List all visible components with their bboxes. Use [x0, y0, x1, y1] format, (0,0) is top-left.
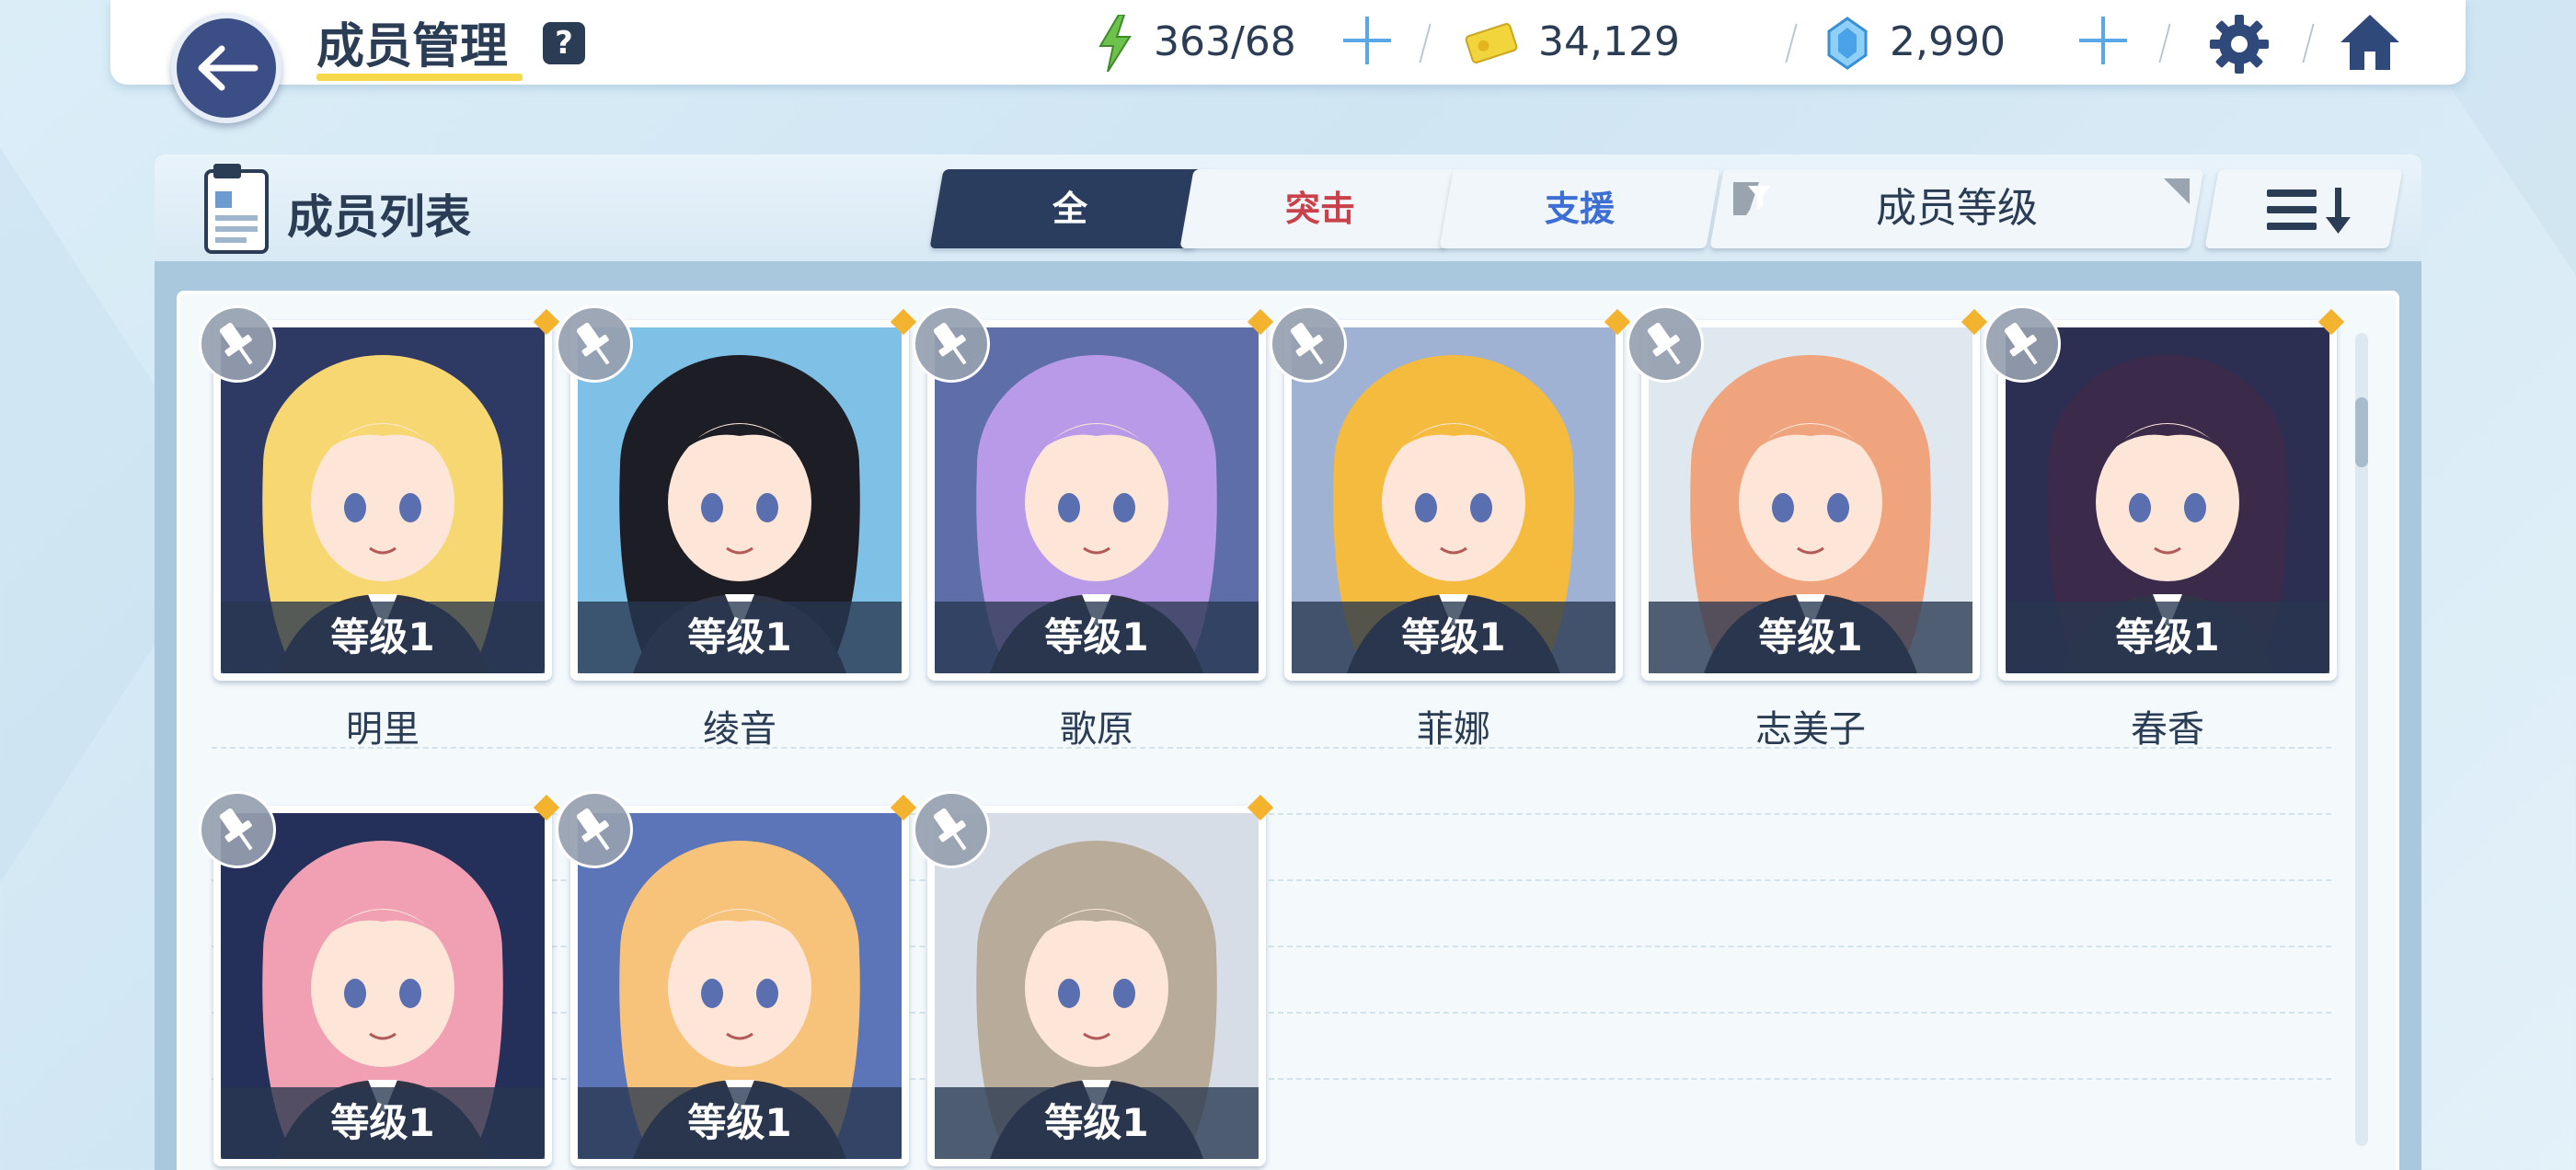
lightning-icon	[1098, 15, 1132, 72]
pin-button[interactable]	[1270, 305, 1347, 383]
pin-icon	[933, 322, 967, 365]
member-card[interactable]: 等级1	[1270, 305, 1631, 681]
level-label: 等级1	[2006, 602, 2329, 673]
member-card[interactable]: 等级1	[556, 305, 917, 681]
member-card[interactable]: 等级1	[199, 305, 560, 681]
level-label: 等级1	[1292, 602, 1616, 673]
pin-button[interactable]	[913, 791, 990, 868]
pin-icon	[219, 808, 253, 851]
level-label: 等级1	[1649, 602, 1972, 673]
member-name: 明里	[346, 708, 420, 751]
pin-button[interactable]	[913, 305, 990, 383]
pin-icon	[933, 808, 967, 851]
member-card[interactable]: 等级1	[913, 791, 1274, 1166]
tab-striker-label: 突击	[1284, 189, 1355, 229]
tab-all-label: 全	[1052, 189, 1087, 229]
filter-label: 成员等级	[1876, 185, 2038, 232]
member-name: 歌原	[1060, 708, 1133, 751]
pin-icon	[1290, 322, 1324, 365]
pin-button[interactable]	[1627, 305, 1704, 383]
level-label: 等级1	[935, 1087, 1259, 1159]
arrow-left-icon	[198, 45, 259, 91]
member-card[interactable]: 等级1	[1984, 305, 2345, 681]
add-gems-button[interactable]	[2076, 13, 2131, 68]
title-underline	[316, 74, 523, 81]
level-label: 等级1	[935, 602, 1259, 673]
member-card[interactable]: 等级1	[199, 791, 560, 1166]
pin-button[interactable]	[556, 305, 633, 383]
level-label: 等级1	[578, 602, 902, 673]
pin-icon	[576, 808, 610, 851]
tab-special[interactable]: 支援	[1439, 169, 1720, 248]
pin-button[interactable]	[1984, 305, 2061, 383]
pin-icon	[219, 322, 253, 365]
level-label: 等级1	[221, 1087, 545, 1159]
member-name: 菲娜	[1417, 708, 1490, 751]
help-button[interactable]: ?	[543, 22, 585, 64]
gems-value: 2,990	[1890, 18, 2006, 65]
scrollbar-thumb[interactable]	[2355, 397, 2368, 467]
member-card[interactable]: 等级1	[1627, 305, 1988, 681]
gem-icon	[1827, 17, 1868, 70]
back-button[interactable]	[171, 13, 282, 123]
level-label: 等级1	[221, 602, 545, 673]
pin-icon	[576, 322, 610, 365]
pin-icon	[2004, 322, 2038, 365]
tab-special-label: 支援	[1544, 189, 1615, 229]
gear-icon[interactable]	[2208, 13, 2271, 75]
pin-button[interactable]	[199, 305, 276, 383]
home-icon[interactable]	[2337, 11, 2403, 74]
pin-button[interactable]	[199, 791, 276, 868]
page-title: 成员管理	[316, 19, 509, 75]
pin-button[interactable]	[556, 791, 633, 868]
credits-value: 34,129	[1538, 18, 1680, 65]
member-list-icon	[204, 164, 269, 254]
sort-icon	[2267, 188, 2351, 234]
member-name: 绫音	[703, 708, 776, 751]
level-label: 等级1	[578, 1087, 902, 1159]
list-title: 成员列表	[287, 190, 471, 244]
member-name: 志美子	[1755, 708, 1866, 751]
member-card[interactable]: 等级1	[913, 305, 1274, 681]
tab-all[interactable]: 全	[929, 169, 1211, 248]
tab-striker[interactable]: 突击	[1179, 169, 1461, 248]
member-card[interactable]: 等级1	[556, 791, 917, 1166]
member-name: 春香	[2131, 708, 2204, 751]
pin-icon	[1647, 322, 1681, 365]
credit-card-icon	[1465, 23, 1518, 63]
add-ap-button[interactable]	[1340, 13, 1395, 68]
ap-value: 363/68	[1154, 18, 1296, 65]
